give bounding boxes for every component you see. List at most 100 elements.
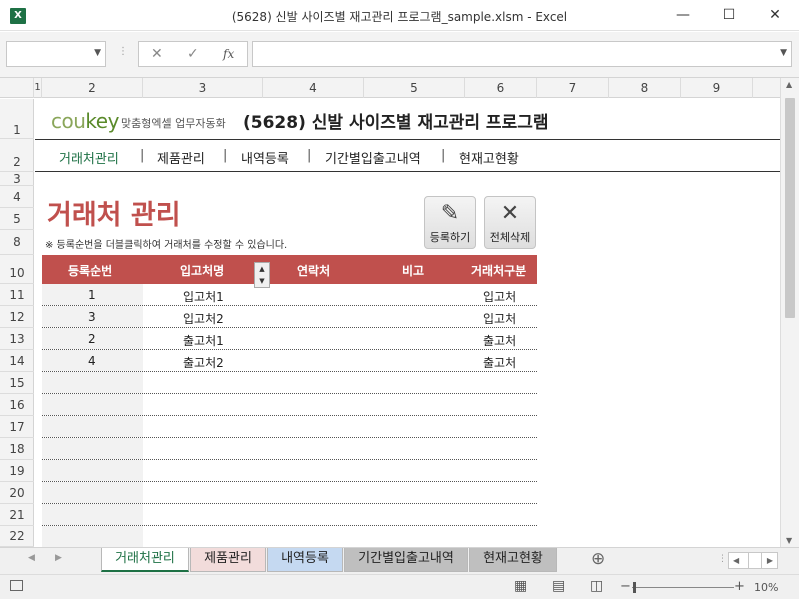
col-header-name[interactable]: 입고처명 <box>180 262 224 279</box>
row-type[interactable]: 출고처 <box>483 332 516 349</box>
row-no[interactable]: 2 <box>88 332 96 346</box>
maximize-button[interactable]: ☐ <box>706 0 752 31</box>
table-row-empty[interactable] <box>42 438 537 460</box>
scroll-down-icon[interactable]: ▼ <box>786 536 792 545</box>
add-sheet-icon[interactable]: ⊕ <box>591 549 605 569</box>
row-name[interactable]: 입고처1 <box>183 288 224 305</box>
table-row[interactable]: 1 입고처1 입고처 <box>42 284 537 306</box>
zoom-in-icon[interactable]: + <box>734 579 745 594</box>
tab-scroll-right-icon[interactable]: ▶ <box>55 553 62 563</box>
insert-function-icon[interactable]: fx <box>223 47 234 61</box>
scroll-up-icon[interactable]: ▲ <box>786 80 792 89</box>
tab-scroll-left-icon[interactable]: ◀ <box>28 553 35 563</box>
zoom-level[interactable]: 10% <box>754 581 778 594</box>
name-box[interactable]: ▼ <box>6 41 106 67</box>
vertical-scrollbar[interactable]: ▲ ▼ <box>780 78 799 547</box>
col-header[interactable]: 4 <box>263 78 364 98</box>
nav-item-current-stock[interactable]: 현재고현황 <box>459 148 519 167</box>
minimize-button[interactable]: — <box>660 0 706 31</box>
nav-item-products[interactable]: 제품관리 <box>157 148 205 167</box>
select-all-corner[interactable] <box>0 78 34 98</box>
row-name[interactable]: 출고처1 <box>183 332 224 349</box>
table-row-empty[interactable] <box>42 460 537 482</box>
col-header-contact[interactable]: 연락처 <box>297 262 330 279</box>
nav-item-period-history[interactable]: 기간별입출고내역 <box>325 148 421 167</box>
row-type[interactable]: 입고처 <box>483 310 516 327</box>
row-header[interactable]: 19 <box>0 460 34 482</box>
col-header-note[interactable]: 비고 <box>402 262 424 279</box>
row-header[interactable]: 2 <box>0 139 34 172</box>
zoom-slider-thumb[interactable] <box>633 582 636 593</box>
delete-all-button[interactable]: ✕ 전체삭제 <box>484 196 536 249</box>
col-header[interactable]: 9 <box>681 78 753 98</box>
row-type[interactable]: 입고처 <box>483 288 516 305</box>
row-header[interactable]: 4 <box>0 186 34 208</box>
normal-view-icon[interactable]: ▦ <box>514 578 527 594</box>
row-header[interactable]: 5 <box>0 208 34 230</box>
macro-record-icon[interactable] <box>10 580 23 591</box>
col-header[interactable]: 2 <box>42 78 143 98</box>
row-header[interactable]: 20 <box>0 482 34 504</box>
row-header[interactable]: 10 <box>0 255 34 284</box>
table-row-empty[interactable] <box>42 482 537 504</box>
row-header[interactable]: 18 <box>0 438 34 460</box>
page-layout-icon[interactable]: ▤ <box>552 578 565 594</box>
row-header[interactable]: 15 <box>0 372 34 394</box>
nav-item-clients[interactable]: 거래처관리 <box>59 148 119 167</box>
row-no[interactable]: 4 <box>88 354 96 368</box>
table-row[interactable]: 4 출고처2 출고처 <box>42 350 537 372</box>
page-break-icon[interactable]: ◫ <box>590 578 603 594</box>
col-header[interactable]: 6 <box>465 78 537 98</box>
table-row[interactable]: 3 입고처2 입고처 <box>42 306 537 328</box>
nav-item-register[interactable]: 내역등록 <box>241 148 289 167</box>
expand-formula-icon[interactable]: ▼ <box>780 48 787 58</box>
row-header[interactable]: 17 <box>0 416 34 438</box>
col-header-type[interactable]: 거래처구분 <box>471 262 526 279</box>
enter-icon[interactable]: ✓ <box>187 46 199 62</box>
col-header[interactable]: 8 <box>609 78 681 98</box>
row-header[interactable]: 13 <box>0 328 34 350</box>
row-header[interactable]: 3 <box>0 172 34 186</box>
col-header[interactable]: 7 <box>537 78 609 98</box>
zoom-slider[interactable] <box>632 587 734 588</box>
horizontal-scrollbar[interactable]: ◀ ▶ <box>728 552 778 569</box>
sheet-tab-register[interactable]: 내역등록 <box>267 548 343 572</box>
table-row-empty[interactable] <box>42 394 537 416</box>
hscroll-right-icon[interactable]: ▶ <box>767 556 773 565</box>
col-header[interactable]: 3 <box>143 78 263 98</box>
table-row-empty[interactable] <box>42 372 537 394</box>
row-header[interactable]: 22 <box>0 526 34 547</box>
hscroll-left-icon[interactable]: ◀ <box>733 556 739 565</box>
sheet-tab-clients[interactable]: 거래처관리 <box>101 548 189 572</box>
row-header[interactable]: 8 <box>0 230 34 255</box>
sheet-tab-period-history[interactable]: 기간별입출고내역 <box>344 548 468 572</box>
table-row-empty[interactable] <box>42 504 537 526</box>
table-row[interactable]: 2 출고처1 출고처 <box>42 328 537 350</box>
row-name[interactable]: 출고처2 <box>183 354 224 371</box>
zoom-out-icon[interactable]: − <box>620 579 631 594</box>
col-header-no[interactable]: 등록순번 <box>68 262 112 279</box>
row-header[interactable]: 21 <box>0 504 34 526</box>
row-header[interactable]: 16 <box>0 394 34 416</box>
row-no[interactable]: 1 <box>88 288 96 302</box>
scroll-thumb[interactable] <box>785 98 795 318</box>
register-button[interactable]: ✎ 등록하기 <box>424 196 476 249</box>
row-header[interactable]: 1 <box>0 99 34 139</box>
cancel-icon[interactable]: ✕ <box>151 46 163 62</box>
row-header[interactable]: 14 <box>0 350 34 372</box>
close-window-button[interactable]: ✕ <box>752 0 798 31</box>
sheet-tab-current-stock[interactable]: 현재고현황 <box>469 548 557 572</box>
row-header[interactable]: 11 <box>0 284 34 306</box>
row-name[interactable]: 입고처2 <box>183 310 224 327</box>
col-header[interactable]: 5 <box>364 78 465 98</box>
table-row-empty[interactable] <box>42 416 537 438</box>
col-header[interactable]: 1 <box>34 78 42 98</box>
formula-input[interactable]: ▼ <box>252 41 792 67</box>
chevron-down-icon[interactable]: ▼ <box>94 48 101 58</box>
row-no[interactable]: 3 <box>88 310 96 324</box>
sheet-tab-products[interactable]: 제품관리 <box>190 548 266 572</box>
table-row-empty[interactable] <box>42 526 537 547</box>
row-header[interactable]: 12 <box>0 306 34 328</box>
row-type[interactable]: 출고처 <box>483 354 516 371</box>
hscroll-thumb[interactable] <box>748 553 762 568</box>
